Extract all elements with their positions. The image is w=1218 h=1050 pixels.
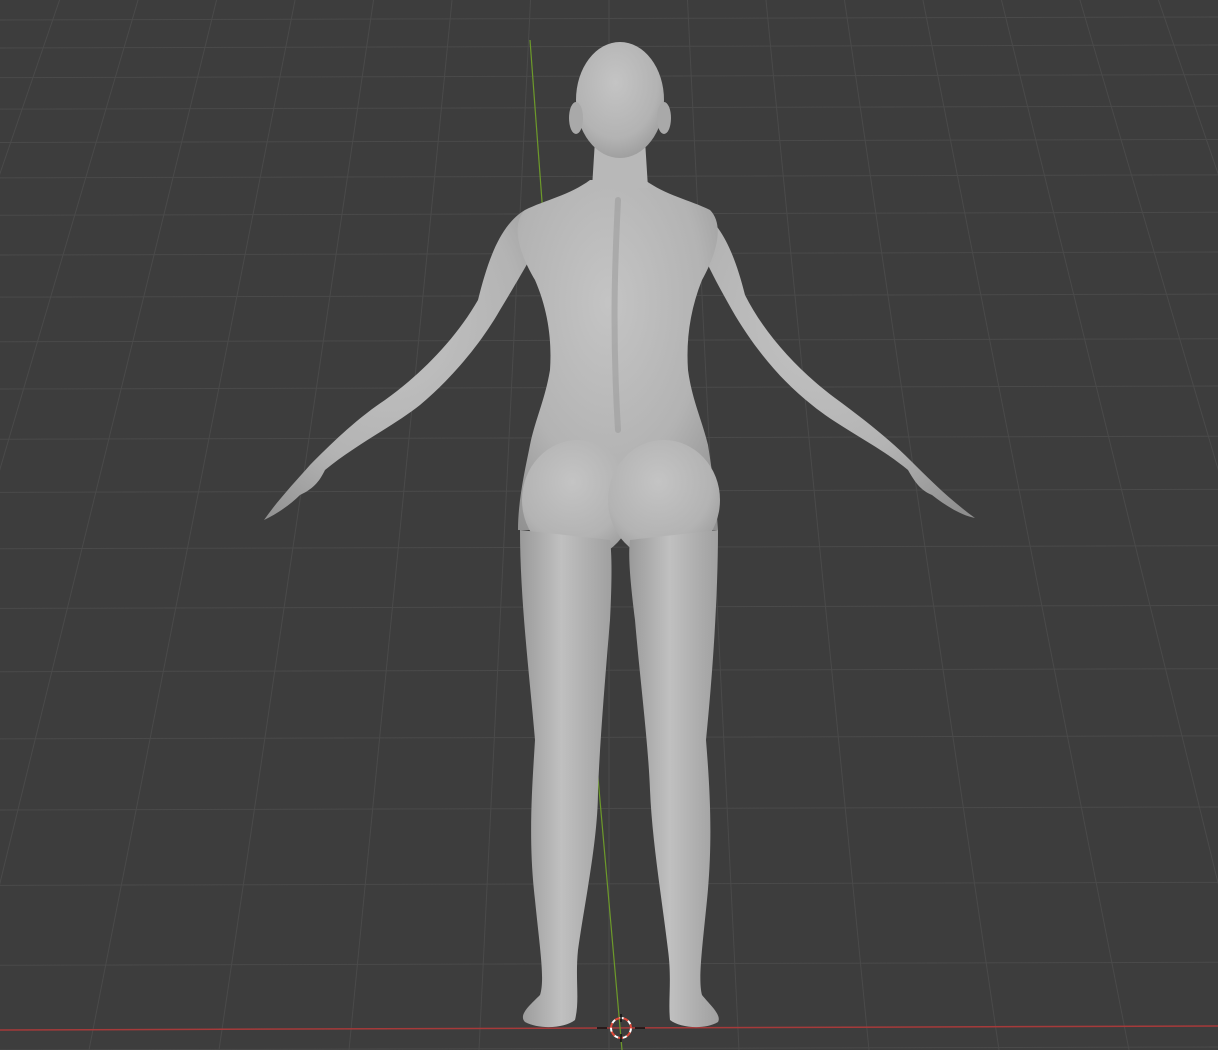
grid-line-depth	[0, 0, 139, 471]
right-leg	[629, 530, 719, 1028]
grid-line-depth	[0, 0, 218, 885]
right-ear	[657, 102, 671, 134]
left-ear	[569, 102, 583, 134]
character-model[interactable]	[264, 42, 975, 1028]
grid-line-depth	[0, 0, 61, 176]
grid-line-depth	[1157, 0, 1218, 176]
grid-line-depth	[348, 0, 453, 1050]
grid-line-depth	[843, 0, 1000, 1050]
grid-line-depth	[1079, 0, 1218, 471]
3d-viewport[interactable]	[0, 0, 1218, 1050]
right-arm	[698, 210, 975, 518]
grid-line-depth	[922, 0, 1130, 1050]
grid-line-depth	[88, 0, 296, 1050]
grid-line-depth	[765, 0, 870, 1050]
left-arm	[264, 210, 540, 520]
y-axis-line-upper	[529, 39, 544, 216]
grid-line-depth	[1000, 0, 1218, 885]
head	[576, 42, 664, 158]
grid-line-depth	[218, 0, 375, 1050]
left-leg	[520, 530, 612, 1028]
spine-shadow	[611, 197, 621, 433]
viewport-canvas[interactable]	[0, 0, 1218, 1050]
